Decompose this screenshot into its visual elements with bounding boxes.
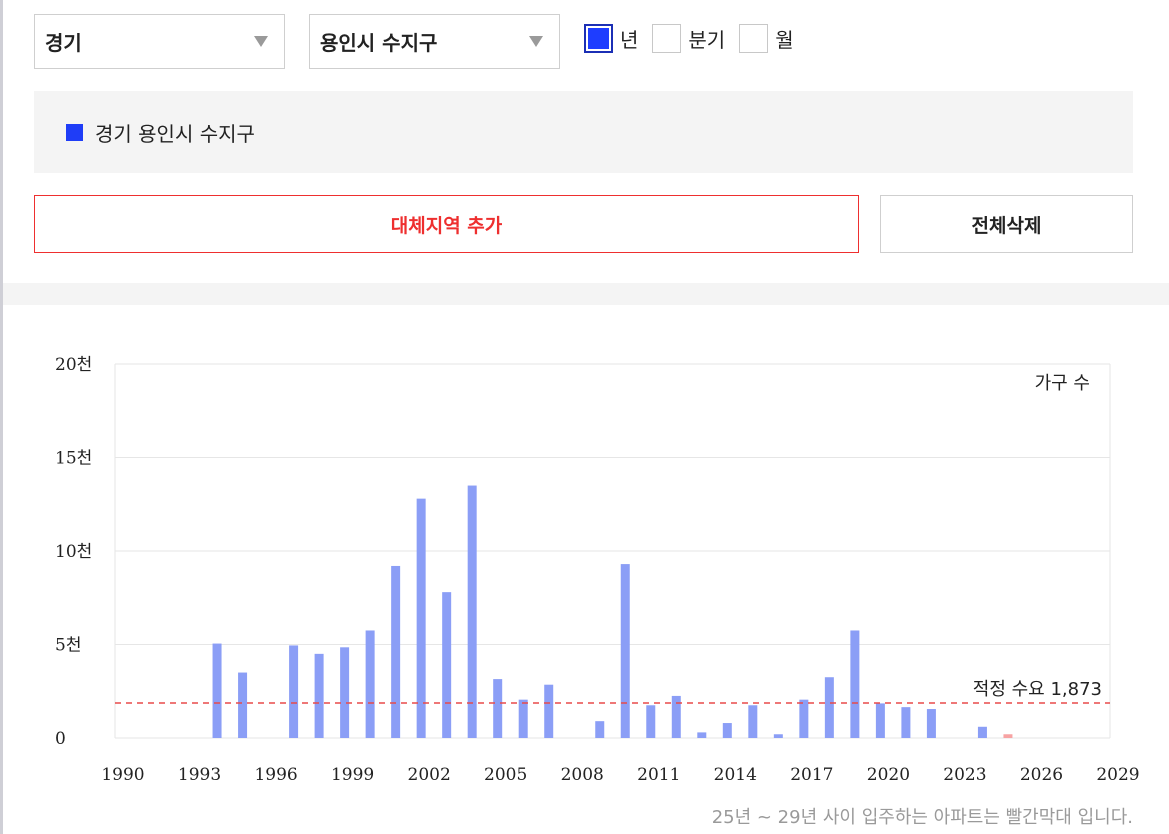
quarter-checkbox[interactable] <box>652 24 682 53</box>
bar-2016 <box>773 734 783 738</box>
supply-bar-chart: 05천10천15천20천 적정 수요 1,873 1990 1993 1996 199… <box>55 355 1140 785</box>
x-tick-label: 2011 <box>637 765 680 785</box>
year-checkbox[interactable] <box>584 24 613 53</box>
x-axis-ticks: 1990 1993 1996 1999 2002 2005 2008 2011 2014 2017… <box>101 765 1139 785</box>
bar-2006 <box>518 699 528 738</box>
month-checkbox[interactable] <box>739 24 769 53</box>
period-toggle-group: 년 분기 월 <box>584 24 808 53</box>
y-axis-ticks: 0 5천 10천 15천 20천 <box>55 355 92 749</box>
chevron-down-icon <box>529 36 543 47</box>
bar-1998 <box>314 653 324 738</box>
y-tick-label: 0 <box>55 729 66 749</box>
bar-2000 <box>365 630 375 738</box>
district-select[interactable]: 용인시 수지구 <box>309 14 560 69</box>
x-tick-label: 2023 <box>943 765 986 785</box>
x-tick-label: 1993 <box>178 765 221 785</box>
x-tick-label: 1996 <box>254 765 297 785</box>
bar-2010 <box>620 564 630 738</box>
x-tick-label: 2002 <box>408 765 451 785</box>
bar-2024 <box>977 726 987 738</box>
bar-2013 <box>697 732 707 738</box>
period-label: 년 <box>620 28 639 52</box>
selected-region-legend: 경기 용인시 수지구 <box>34 91 1133 173</box>
y-tick-label: 15천 <box>55 449 92 469</box>
bar-2007 <box>544 684 554 738</box>
bar-2003 <box>442 592 452 738</box>
period-option-year[interactable]: 년 <box>584 24 638 53</box>
y-tick-label: 10천 <box>55 542 92 562</box>
x-tick-label: 2020 <box>867 765 910 785</box>
reference-line-label: 적정 수요 1,873 <box>973 679 1102 700</box>
bar-2005 <box>493 679 503 738</box>
bar-2001 <box>391 565 401 738</box>
legend-swatch <box>66 123 83 141</box>
x-tick-label: 2005 <box>484 765 527 785</box>
reference-line-group: 적정 수요 1,873 <box>115 679 1110 704</box>
bar-2011 <box>646 705 656 738</box>
bar-2022 <box>926 709 936 738</box>
bar-2020 <box>875 703 885 738</box>
section-divider <box>3 283 1169 305</box>
bar-2017 <box>799 699 809 738</box>
bar-2004 <box>467 485 477 738</box>
period-label: 분기 <box>688 28 726 52</box>
chart-unit-label: 가구 수 <box>1035 373 1090 394</box>
region-select[interactable]: 경기 <box>34 14 285 69</box>
clear-all-button[interactable]: 전체삭제 <box>880 195 1133 253</box>
x-tick-label: 2014 <box>714 765 757 785</box>
region-select-value: 경기 <box>45 31 82 55</box>
y-tick-label: 20천 <box>55 355 92 375</box>
y-tick-label: 5천 <box>55 636 81 656</box>
bar-1999 <box>340 647 350 738</box>
x-tick-label: 2017 <box>790 765 833 785</box>
bar-2015 <box>748 705 758 738</box>
bar-2025 <box>1003 734 1013 738</box>
x-tick-label: 2008 <box>561 765 604 785</box>
chart-grid <box>114 363 1111 739</box>
bar-2014 <box>722 723 732 738</box>
chart-footnote: 25년 ~ 29년 사이 입주하는 아파트는 빨간막대 입니다. <box>711 807 1133 828</box>
bar-2018 <box>824 677 834 738</box>
x-tick-label: 2026 <box>1020 765 1063 785</box>
chevron-down-icon <box>254 36 268 47</box>
bar-2009 <box>595 721 605 738</box>
add-alternative-region-button[interactable]: 대체지역 추가 <box>34 195 859 253</box>
bar-1995 <box>238 672 248 738</box>
period-option-month[interactable]: 월 <box>739 24 794 53</box>
chart-bars <box>212 485 1013 738</box>
x-tick-label: 1990 <box>101 765 144 785</box>
x-tick-label: 2029 <box>1096 765 1139 785</box>
bar-1994 <box>212 643 222 738</box>
district-select-value: 용인시 수지구 <box>320 31 438 55</box>
period-option-quarter[interactable]: 분기 <box>652 24 725 53</box>
bar-2021 <box>901 707 911 738</box>
legend-label: 경기 용인시 수지구 <box>95 121 255 146</box>
x-tick-label: 1999 <box>331 765 374 785</box>
bar-1997 <box>289 645 299 738</box>
period-label: 월 <box>775 28 794 52</box>
bar-2019 <box>850 630 860 738</box>
bar-2002 <box>416 498 426 738</box>
